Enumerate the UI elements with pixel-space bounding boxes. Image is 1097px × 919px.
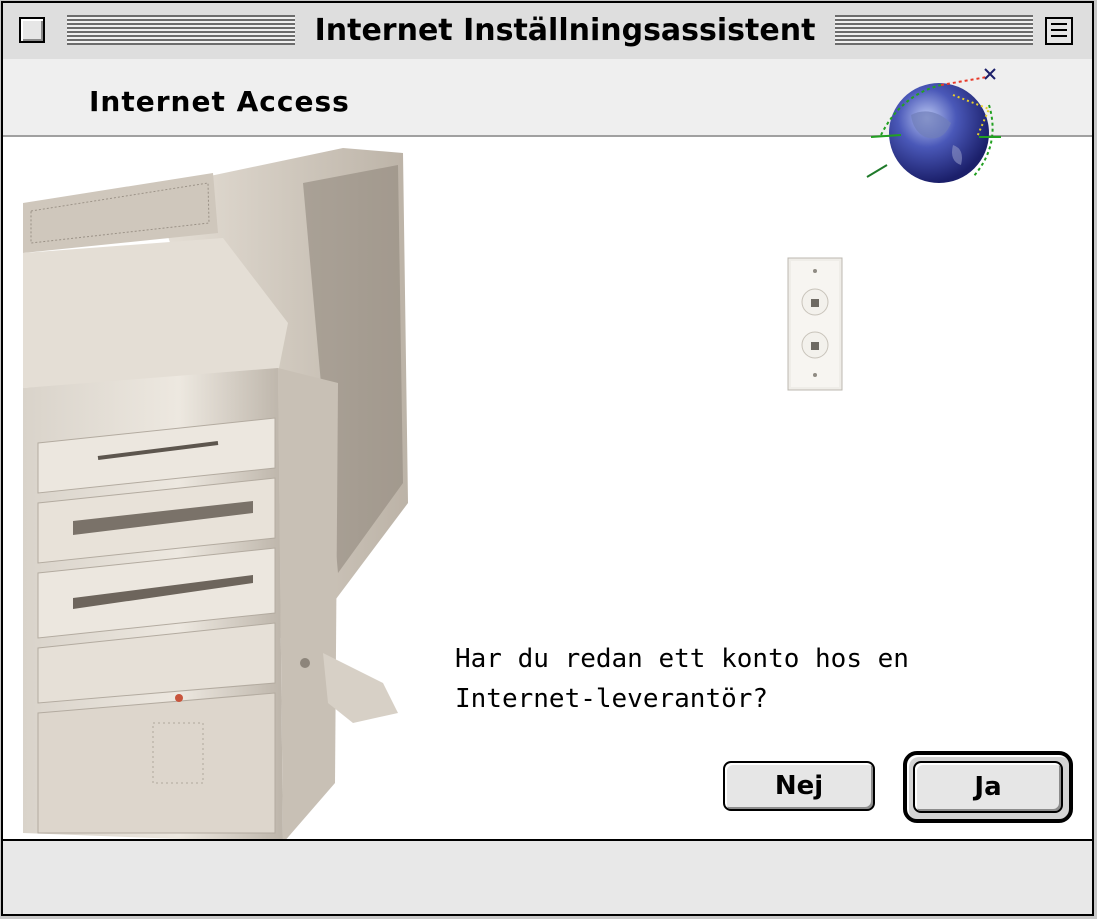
computer-illustration (23, 148, 408, 843)
collapse-box[interactable] (1045, 17, 1073, 45)
question-line-1: Har du redan ett konto hos en (455, 644, 909, 674)
window-title: Internet Inställningsassistent (314, 13, 816, 48)
phone-jack-icon (787, 257, 843, 391)
setup-assistant-window: Internet Inställningsassistent Internet … (1, 1, 1094, 916)
page-title: Internet Access (89, 85, 350, 118)
status-bar (3, 839, 1092, 914)
close-box[interactable] (19, 17, 45, 43)
question-line-2: Internet-leverantör? (455, 684, 769, 714)
no-button[interactable]: Nej (723, 761, 875, 811)
title-bar-stripes-left (67, 15, 295, 45)
window-title-bar[interactable]: Internet Inställningsassistent (3, 3, 1092, 61)
yes-button[interactable]: Ja (913, 761, 1063, 813)
question-text: Har du redan ett konto hos en Internet-l… (455, 639, 1055, 719)
title-bar-stripes-right (835, 15, 1033, 45)
globe-icon (866, 68, 1001, 183)
